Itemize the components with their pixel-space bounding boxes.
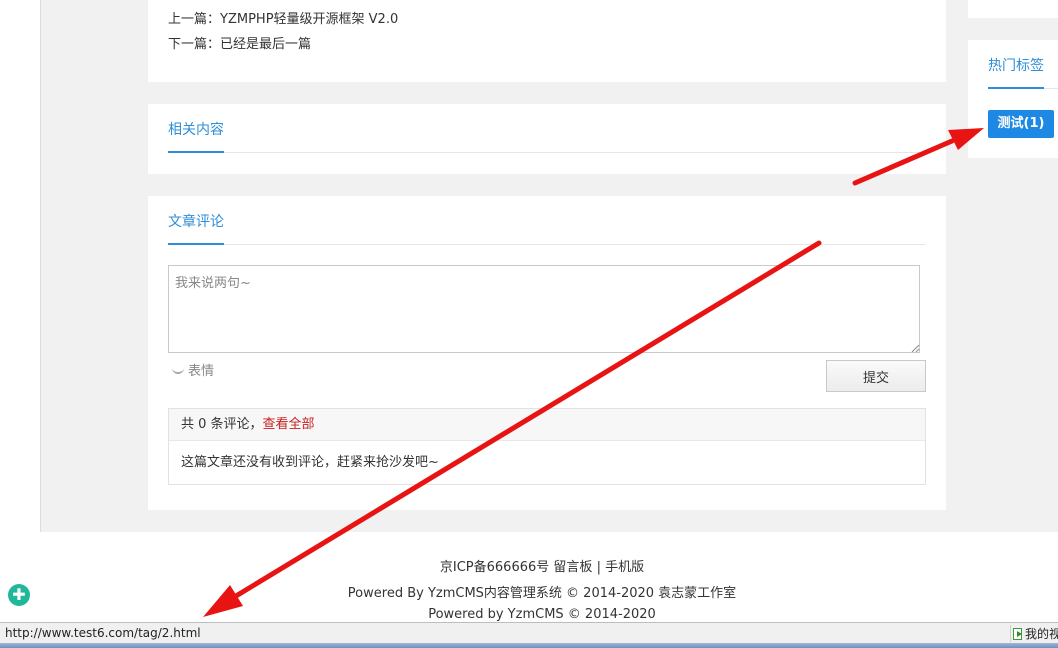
mobile-link[interactable]: 手机版 <box>605 560 644 575</box>
footer-links: 京ICP备666666号 留言板 | 手机版 <box>40 556 1044 575</box>
tab-related-content[interactable]: 相关内容 <box>168 119 224 153</box>
footer-powered-2: Powered by YzmCMS © 2014-2020 <box>428 607 656 622</box>
sidebar-top-panel <box>968 0 1058 18</box>
icp-link[interactable]: 京ICP备666666号 <box>440 560 549 575</box>
related-section-header: 相关内容 <box>168 104 926 153</box>
comment-count: 共 0 条评论， <box>181 417 263 432</box>
comment-count-header: 共 0 条评论，查看全部 <box>169 409 925 441</box>
comment-empty-text: 这篇文章还没有收到评论，赶紧来抢沙发吧~ <box>181 455 439 470</box>
comment-input[interactable] <box>168 265 920 353</box>
play-icon <box>1013 627 1022 640</box>
footer-separator: | <box>596 560 601 575</box>
hot-tags-header: 热门标签 <box>988 40 1058 89</box>
submit-button[interactable]: 提交 <box>826 360 926 392</box>
emoji-label: 表情 <box>188 364 215 379</box>
view-all-link[interactable]: 查看全部 <box>263 417 315 432</box>
comment-panel: 文章评论 表情 提交 共 0 条评论，查看全部 这篇文章还没有收到评论，赶紧来抢… <box>148 196 946 510</box>
prev-article-label: 上一篇： <box>168 12 221 27</box>
related-content-panel: 相关内容 <box>148 104 946 174</box>
plus-circle-icon[interactable]: ✚ <box>8 584 30 606</box>
comment-section-header: 文章评论 <box>168 196 926 245</box>
hot-tags-panel: 热门标签 测试(1) <box>968 40 1058 158</box>
prev-article-link[interactable]: 上一篇：YZMPHP轻量级开源框架 V2.0 <box>168 8 398 27</box>
site-footer: 京ICP备666666号 留言板 | 手机版 Powered By YzmCMS… <box>40 532 1058 622</box>
comment-list: 共 0 条评论，查看全部 这篇文章还没有收到评论，赶紧来抢沙发吧~ <box>168 408 926 485</box>
status-right-item[interactable]: 我的视 <box>1010 625 1058 642</box>
footer-powered: Powered By YzmCMS内容管理系统 © 2014-2020 袁志蒙工… <box>347 586 737 601</box>
taskbar <box>0 643 1058 648</box>
next-article-label: 下一篇： <box>168 37 221 52</box>
tab-hot-tags[interactable]: 热门标签 <box>988 39 1044 89</box>
smile-icon <box>172 364 184 374</box>
tab-article-comments[interactable]: 文章评论 <box>168 211 224 245</box>
browser-viewport: ✚ 上一篇：YZMPHP轻量级开源框架 V2.0 下一篇：已经是最后一篇 相关内… <box>0 0 1058 648</box>
prev-article-title[interactable]: YZMPHP轻量级开源框架 V2.0 <box>220 12 398 27</box>
status-url: http://www.test6.com/tag/2.html <box>5 626 201 640</box>
left-gutter <box>0 0 41 622</box>
status-right-text: 我的视 <box>1024 627 1058 641</box>
article-nav-panel: 上一篇：YZMPHP轻量级开源框架 V2.0 下一篇：已经是最后一篇 <box>148 0 946 82</box>
tag-chip[interactable]: 测试(1) <box>988 110 1054 138</box>
next-article-title: 已经是最后一篇 <box>220 37 312 52</box>
browser-status-bar: http://www.test6.com/tag/2.html 我的视 <box>0 622 1058 643</box>
emoji-button[interactable]: 表情 <box>172 360 214 379</box>
next-article-line: 下一篇：已经是最后一篇 <box>168 33 311 52</box>
guestbook-link[interactable]: 留言板 <box>553 560 592 575</box>
